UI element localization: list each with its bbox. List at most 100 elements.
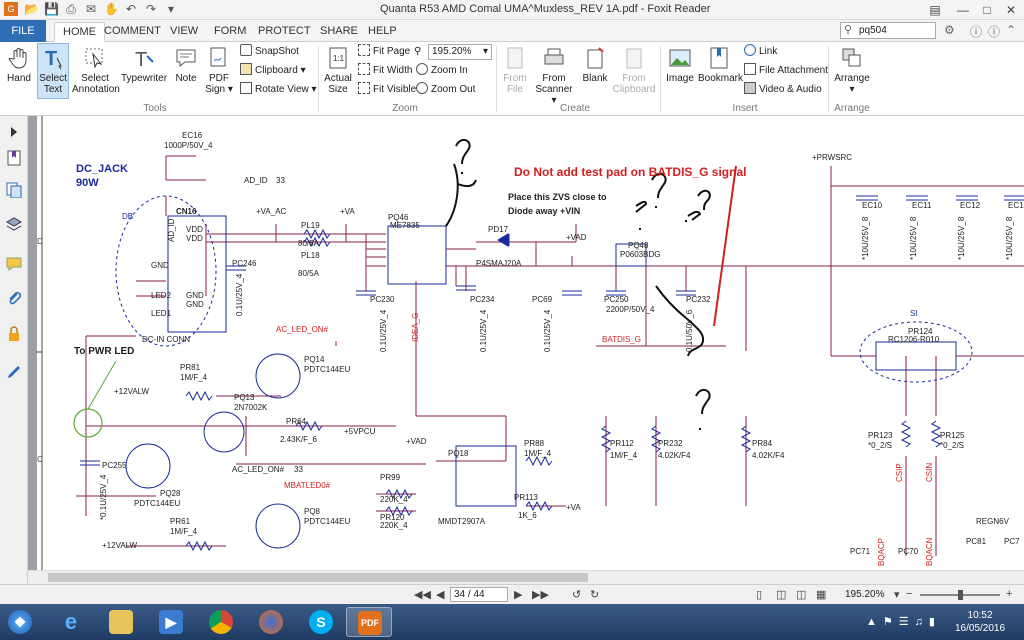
foxit-reader-icon: PDF bbox=[358, 611, 382, 635]
arrange-button[interactable]: Arrange ▾ bbox=[832, 46, 872, 95]
clipboard-button[interactable]: Clipboard ▾ bbox=[240, 63, 306, 79]
tab-view[interactable]: VIEW bbox=[162, 22, 206, 42]
zoom-out-small-icon[interactable]: − bbox=[906, 588, 912, 600]
link-button[interactable]: Link bbox=[744, 44, 777, 60]
typewriter-icon: T bbox=[135, 49, 154, 70]
taskbar-explorer[interactable] bbox=[98, 607, 144, 637]
facing-page-icon[interactable]: ◫ bbox=[796, 588, 806, 601]
settings-icon[interactable]: ⚙ bbox=[944, 23, 955, 37]
taskbar-chrome[interactable] bbox=[198, 607, 244, 637]
layers-icon[interactable] bbox=[6, 216, 22, 232]
zoom-in-small-icon[interactable]: + bbox=[1006, 588, 1012, 600]
label-90w: 90W bbox=[76, 177, 99, 189]
hand-tool-icon[interactable]: ✋ bbox=[104, 2, 119, 16]
open-icon[interactable]: 📂 bbox=[24, 2, 39, 16]
select-text-button[interactable]: T Select Text bbox=[37, 46, 69, 95]
zoom-slider-knob[interactable] bbox=[958, 590, 963, 600]
horizontal-scrollbar[interactable] bbox=[28, 570, 1024, 584]
continuous-page-icon[interactable]: ◫ bbox=[776, 588, 786, 601]
tray-expand-icon[interactable]: ▲ bbox=[866, 616, 883, 628]
comments-icon[interactable] bbox=[6, 256, 22, 272]
tab-help[interactable]: HELP bbox=[360, 22, 405, 42]
ribbon-toggle-icon[interactable]: ▤ bbox=[920, 0, 950, 20]
typewriter-button[interactable]: T Typewriter bbox=[120, 46, 168, 84]
tab-protect[interactable]: PROTECT bbox=[250, 22, 319, 42]
start-button[interactable]: ❖ bbox=[2, 607, 42, 637]
fit-width-button[interactable]: Fit Width bbox=[358, 63, 412, 79]
bookmarks-icon[interactable] bbox=[6, 150, 22, 166]
label-pq8-val: PDTC144EU bbox=[304, 517, 350, 526]
close-button[interactable]: ✕ bbox=[996, 0, 1024, 20]
scrollbar-thumb[interactable] bbox=[48, 573, 588, 582]
hand-button[interactable]: Hand bbox=[4, 46, 34, 84]
from-clipboard-button[interactable]: From Clipboard bbox=[612, 46, 656, 95]
search-field[interactable]: ⚲ pq504 bbox=[840, 22, 936, 39]
taskbar-firefox[interactable] bbox=[248, 607, 294, 637]
last-page-icon[interactable]: ▶▶ bbox=[532, 588, 549, 601]
document-viewport[interactable]: D C DC_JACK 90W EC16 1000P/50V_4 AD_ID 3… bbox=[28, 116, 1024, 584]
skype-icon: S bbox=[309, 610, 333, 634]
actual-size-button[interactable]: 1:1 Actual Size bbox=[322, 46, 354, 95]
next-view-icon[interactable]: ↻ bbox=[590, 588, 599, 601]
bookmark-button[interactable]: Bookmark bbox=[698, 46, 743, 84]
taskbar-ie[interactable]: e bbox=[48, 607, 94, 637]
snapshot-button[interactable]: SnapShot bbox=[240, 44, 299, 60]
from-file-button[interactable]: From File bbox=[500, 46, 530, 95]
volume-icon[interactable]: ♫ bbox=[915, 616, 929, 628]
zoom-out-button[interactable]: Zoom Out bbox=[416, 82, 475, 98]
tab-form[interactable]: FORM bbox=[206, 22, 254, 42]
customize-icon[interactable]: ▾ bbox=[164, 2, 178, 16]
save-icon[interactable]: 💾 bbox=[44, 2, 59, 16]
fit-page-button[interactable]: Fit Page bbox=[358, 44, 410, 60]
tab-share[interactable]: SHARE bbox=[312, 22, 366, 42]
from-scanner-button[interactable]: From Scanner ▾ bbox=[534, 46, 574, 106]
file-attachment-button[interactable]: File Attachment bbox=[744, 63, 828, 79]
video-audio-button[interactable]: Video & Audio bbox=[744, 82, 822, 98]
tab-file[interactable]: FILE bbox=[0, 20, 46, 42]
pages-icon[interactable] bbox=[6, 182, 22, 198]
previous-view-icon[interactable]: ↺ bbox=[572, 588, 581, 601]
prev-page-icon[interactable]: ◀ bbox=[436, 588, 444, 601]
security-lock-icon[interactable] bbox=[6, 326, 22, 342]
zoom-in-button[interactable]: Zoom In bbox=[416, 63, 468, 79]
page-number-field[interactable]: 34 / 44 bbox=[450, 587, 508, 602]
blank-button[interactable]: Blank bbox=[580, 46, 610, 84]
collapse-ribbon-icon[interactable]: ⌃ bbox=[1006, 23, 1016, 37]
redo-icon[interactable]: ↷ bbox=[144, 2, 158, 16]
flag-icon[interactable]: ⚑ bbox=[883, 616, 899, 628]
email-icon[interactable]: ✉ bbox=[84, 2, 98, 16]
zoom-dropdown-icon[interactable]: ▾ bbox=[894, 588, 900, 601]
rotate-view-button[interactable]: Rotate View ▾ bbox=[240, 82, 317, 98]
pdf-sign-button[interactable]: PDF Sign ▾ bbox=[204, 46, 234, 95]
signal-icon[interactable]: ☰ bbox=[899, 616, 915, 628]
label-regn6v: REGN6V bbox=[976, 517, 1010, 526]
zoom-field[interactable]: 195.20% ▾ bbox=[428, 44, 492, 60]
search-icon: ⚲ bbox=[844, 24, 853, 36]
zoom-slider[interactable] bbox=[920, 590, 1000, 600]
chevron-down-icon: ▾ bbox=[482, 46, 488, 57]
note-button[interactable]: Note bbox=[170, 46, 202, 84]
attachments-icon[interactable] bbox=[6, 290, 22, 306]
select-annotation-button[interactable]: Select Annotation bbox=[72, 46, 120, 95]
signatures-icon[interactable] bbox=[6, 364, 22, 380]
info-icon[interactable]: ⓘ bbox=[988, 23, 1000, 40]
expand-panel-icon[interactable] bbox=[6, 124, 22, 140]
system-tray[interactable]: ▲⚑☰♫▮ bbox=[866, 615, 941, 628]
continuous-facing-icon[interactable]: ▦ bbox=[816, 588, 826, 601]
taskbar-skype[interactable]: S bbox=[298, 607, 344, 637]
taskbar-foxit[interactable]: PDF bbox=[346, 607, 392, 637]
clock[interactable]: 10:52 16/05/2016 bbox=[955, 609, 1005, 635]
single-page-icon[interactable]: ▯ bbox=[756, 588, 762, 601]
taskbar-media[interactable]: ▶ bbox=[148, 607, 194, 637]
tab-comment[interactable]: COMMENT bbox=[96, 22, 169, 42]
image-button[interactable]: Image bbox=[664, 46, 696, 84]
print-icon[interactable]: ⎙ bbox=[64, 2, 78, 16]
select-annotation-icon bbox=[85, 48, 103, 69]
undo-icon[interactable]: ↶ bbox=[124, 2, 138, 16]
battery-icon[interactable]: ▮ bbox=[929, 616, 941, 628]
fit-visible-button[interactable]: Fit Visible bbox=[358, 82, 416, 98]
zoom-in-icon bbox=[416, 63, 428, 75]
help-icon[interactable]: ⓘ bbox=[970, 23, 982, 40]
first-page-icon[interactable]: ◀◀ bbox=[414, 588, 431, 601]
next-page-icon[interactable]: ▶ bbox=[514, 588, 522, 601]
